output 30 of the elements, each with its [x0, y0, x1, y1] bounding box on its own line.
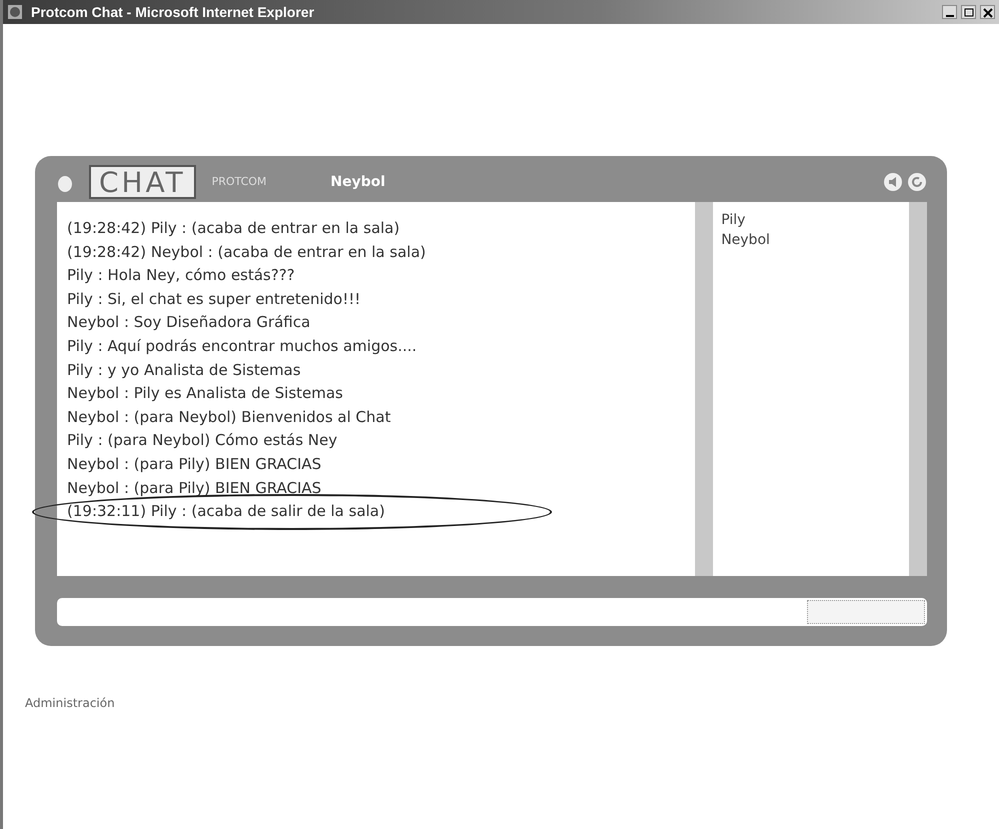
chat-message: Neybol : (para Neybol) Bienvenidos al Chat: [67, 408, 391, 426]
close-button[interactable]: [980, 5, 995, 19]
maximize-button[interactable]: [961, 5, 976, 19]
send-button[interactable]: [807, 600, 925, 624]
admin-link[interactable]: Administración: [25, 694, 999, 712]
minimize-button[interactable]: [942, 5, 957, 19]
message-input[interactable]: [57, 598, 927, 626]
user-item[interactable]: Pily: [721, 210, 902, 230]
scrollbar[interactable]: [909, 202, 927, 576]
chat-message: Pily : (para Neybol) Cómo estás Ney: [67, 431, 338, 450]
refresh-icon[interactable]: [907, 172, 927, 192]
user-item[interactable]: Neybol: [721, 230, 902, 250]
chat-message: Neybol : (para Pily) BIEN GRACIAS: [67, 454, 322, 473]
scrollbar[interactable]: [695, 202, 714, 576]
chat-logo: CHAT: [89, 165, 196, 199]
chat-message: Neybol : Pily es Analista de Sistemas: [67, 384, 343, 402]
browser-icon: [7, 4, 23, 20]
chat-message: Pily : Aquí podrás encontrar muchos amigos....: [67, 336, 417, 355]
chat-message: (19:28:42) Pily : (acaba de entrar en la sala): [67, 219, 400, 237]
chat-message: Neybol : (para Pily) BIEN GRACIAS: [67, 478, 322, 497]
user-name: Neybol: [330, 172, 386, 192]
chat-message: Neybol : Soy Diseñadora Gráfica: [67, 313, 310, 332]
chat-message: Pily : Hola Ney, cómo estás???: [67, 266, 295, 284]
chat-message: (19:28:42) Neybol : (acaba de entrar en la sala): [67, 242, 426, 261]
speaker-icon[interactable]: [883, 172, 903, 192]
chat-message: Pily : y yo Analista de Sistemas: [67, 360, 301, 379]
window-title: Protcom Chat - Microsoft Internet Explorer: [31, 4, 314, 20]
chat-message: (19:32:11) Pily : (acaba de salir de la sala): [67, 502, 385, 520]
brand-label: PROTCOM: [212, 174, 267, 190]
chat-message: Pily : Si, el chat es super entretenido!!!: [67, 290, 361, 308]
